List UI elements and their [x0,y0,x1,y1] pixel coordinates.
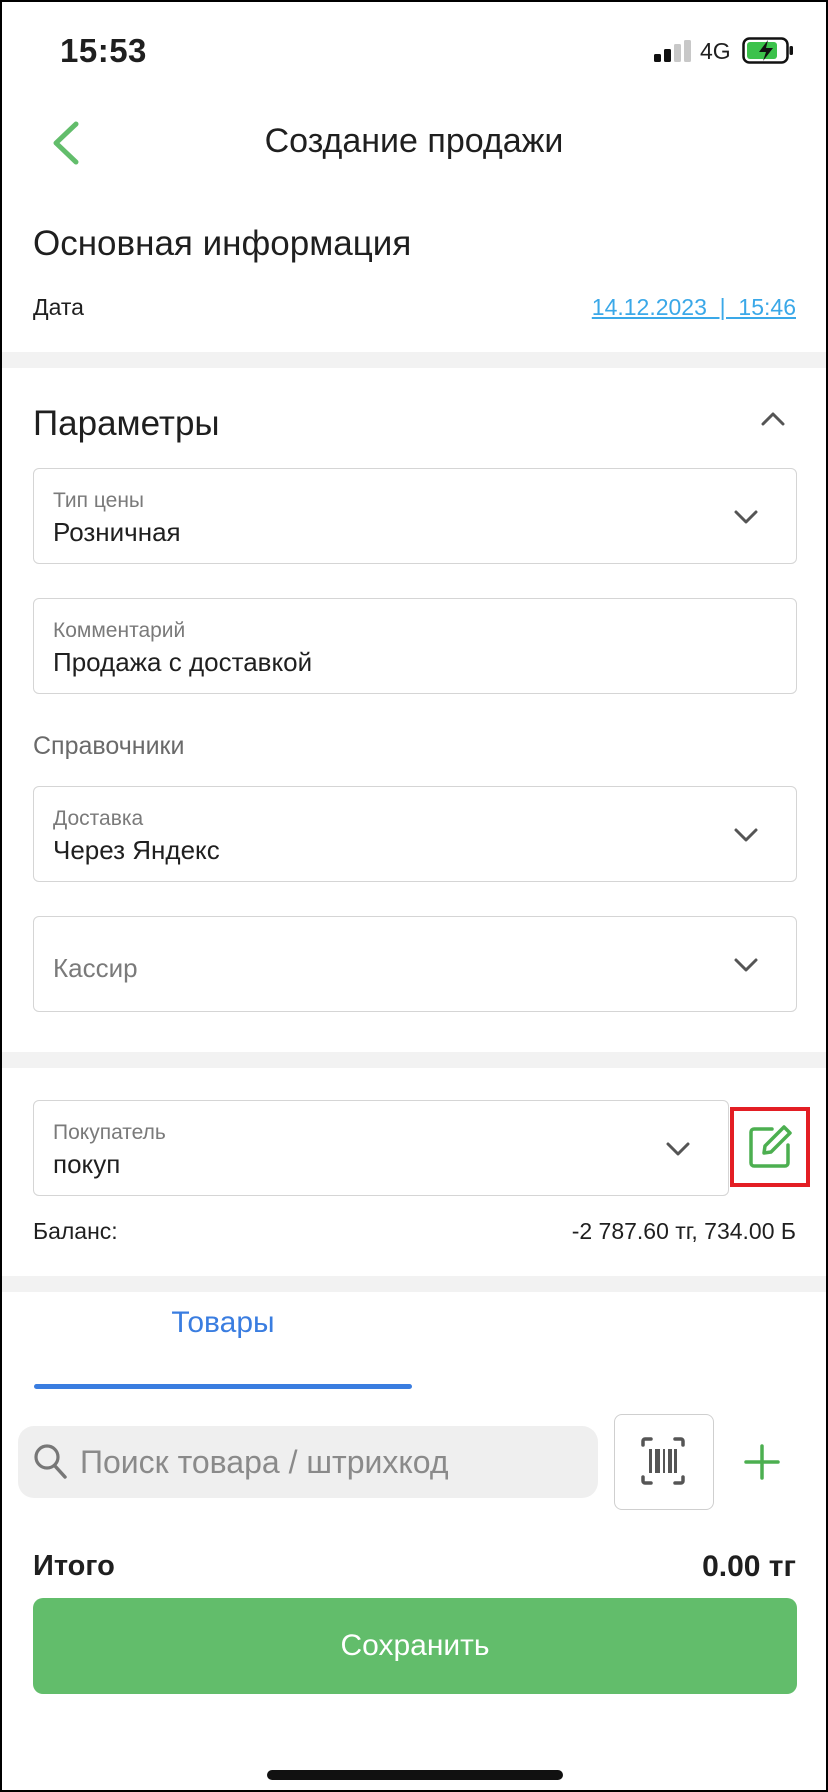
tab-indicator [34,1384,412,1389]
basic-info-heading: Основная информация [33,224,412,263]
chevron-down-icon [734,828,758,842]
separator [2,1276,826,1292]
search-icon [34,1444,67,1479]
buyer-select[interactable]: Покупатель покуп [33,1100,729,1196]
balance-label: Баланс: [33,1218,118,1244]
balance-value: -2 787.60 тг, 734.00 Б [571,1218,796,1244]
edit-icon [749,1125,792,1168]
date-value-link[interactable]: 14.12.2023 | 15:46 [592,294,796,321]
home-indicator [267,1770,563,1780]
buyer-label: Покупатель [53,1121,166,1144]
signal-icon [654,40,691,62]
plus-icon[interactable] [742,1442,782,1482]
network-type: 4G [700,38,731,64]
separator [2,1052,826,1068]
date-label: Дата [33,294,84,320]
screen: 15:53 4G Создание продажи Основная инфор… [2,2,826,1790]
search-placeholder: Поиск товара / штрихкод [80,1444,449,1480]
directories-caption: Справочники [33,732,185,760]
chevron-up-icon[interactable] [758,404,788,434]
total-value: 0.00 тг [702,1550,796,1583]
tab-goods[interactable]: Товары [34,1306,412,1340]
total-label: Итого [33,1550,115,1582]
status-time: 15:53 [60,32,147,69]
delivery-label: Доставка [53,807,144,830]
edit-buyer-button[interactable] [730,1107,810,1187]
battery-icon [742,37,793,64]
comment-label: Комментарий [53,619,186,642]
price-type-value: Розничная [53,517,181,547]
page-title: Создание продажи [264,122,564,160]
delivery-select[interactable]: Доставка Через Яндекс [33,786,797,882]
delivery-value: Через Яндекс [53,835,220,865]
params-heading: Параметры [33,404,220,443]
cashier-select[interactable]: Кассир [33,916,797,1012]
barcode-scan-button[interactable] [614,1414,714,1510]
chevron-down-icon [734,510,758,524]
chevron-down-icon [734,958,758,972]
price-type-select[interactable]: Тип цены Розничная [33,468,797,564]
barcode-icon [641,1437,685,1485]
chevron-down-icon [666,1142,690,1156]
save-button[interactable]: Сохранить [33,1598,797,1694]
comment-field[interactable]: Комментарий Продажа с доставкой [33,598,797,694]
comment-value: Продажа с доставкой [53,647,313,677]
separator [2,352,826,368]
cashier-placeholder: Кассир [53,953,138,983]
price-type-label: Тип цены [53,489,145,512]
buyer-value: покуп [53,1149,121,1179]
